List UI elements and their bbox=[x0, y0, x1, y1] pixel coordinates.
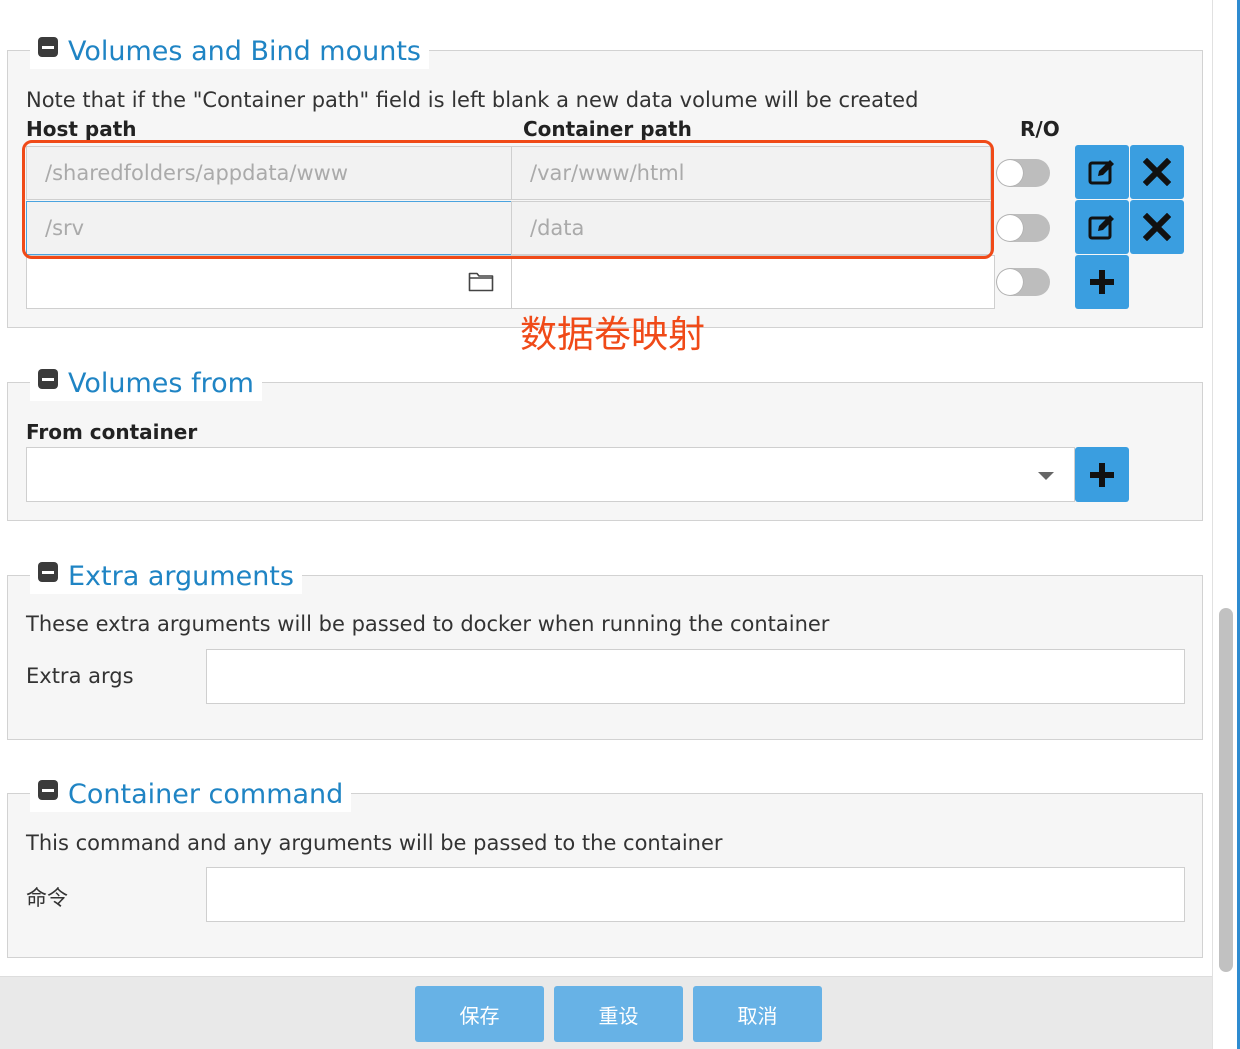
folder-icon[interactable] bbox=[468, 270, 494, 292]
close-icon bbox=[1143, 213, 1171, 241]
annotation-label: 数据卷映射 bbox=[520, 313, 705, 356]
add-volumes-from-button[interactable] bbox=[1075, 447, 1129, 502]
delete-button-1[interactable] bbox=[1130, 145, 1184, 199]
container-command-description: This command and any arguments will be p… bbox=[26, 831, 723, 855]
new-ro-toggle[interactable] bbox=[996, 268, 1050, 296]
command-input[interactable] bbox=[206, 867, 1185, 922]
volumes-from-title: Volumes from bbox=[68, 367, 254, 399]
command-label: 命令 bbox=[26, 886, 68, 910]
ro-toggle-2[interactable] bbox=[996, 214, 1050, 242]
container-path-header: Container path bbox=[523, 117, 692, 141]
container-command-title: Container command bbox=[68, 778, 344, 810]
cancel-button[interactable]: 取消 bbox=[693, 986, 822, 1042]
plus-icon bbox=[1090, 462, 1114, 487]
edit-button-2[interactable] bbox=[1075, 200, 1129, 254]
ro-toggle-1[interactable] bbox=[996, 159, 1050, 187]
volumes-from-legend[interactable]: Volumes from bbox=[8, 365, 272, 401]
add-volume-button[interactable] bbox=[1075, 255, 1129, 309]
footer-toolbar: 保存 重设 取消 bbox=[0, 976, 1212, 1049]
volumes-legend[interactable]: Volumes and Bind mounts bbox=[8, 33, 439, 69]
extra-args-label: Extra args bbox=[26, 664, 134, 688]
extra-arguments-legend[interactable]: Extra arguments bbox=[8, 558, 312, 594]
extra-arguments-description: These extra arguments will be passed to … bbox=[26, 612, 830, 636]
minus-square-icon[interactable] bbox=[38, 562, 58, 582]
minus-square-icon[interactable] bbox=[38, 780, 58, 800]
volumes-title: Volumes and Bind mounts bbox=[68, 35, 422, 67]
extra-args-input[interactable] bbox=[206, 649, 1185, 704]
extra-arguments-title: Extra arguments bbox=[68, 560, 294, 592]
container-command-legend[interactable]: Container command bbox=[8, 776, 361, 812]
new-host-path-input[interactable] bbox=[26, 255, 512, 309]
vertical-scrollbar-thumb[interactable] bbox=[1219, 608, 1233, 972]
delete-button-2[interactable] bbox=[1130, 200, 1184, 254]
plus-icon bbox=[1090, 270, 1114, 294]
form-scroll-area: Volumes and Bind mounts Note that if the… bbox=[0, 0, 1212, 976]
annotation-highlight-box bbox=[22, 140, 994, 259]
ro-header: R/O bbox=[1020, 117, 1060, 141]
edit-button-1[interactable] bbox=[1075, 145, 1129, 199]
minus-square-icon[interactable] bbox=[38, 37, 58, 57]
new-container-path-input[interactable] bbox=[511, 255, 995, 309]
from-container-label: From container bbox=[26, 420, 198, 444]
save-button[interactable]: 保存 bbox=[415, 986, 544, 1042]
minus-square-icon[interactable] bbox=[38, 369, 58, 389]
volumes-note: Note that if the "Container path" field … bbox=[26, 88, 919, 112]
host-path-header: Host path bbox=[26, 117, 137, 141]
edit-icon bbox=[1088, 160, 1114, 185]
edit-icon bbox=[1088, 215, 1114, 240]
close-icon bbox=[1143, 158, 1171, 186]
from-container-select[interactable] bbox=[26, 447, 1075, 502]
caret-down-icon[interactable] bbox=[1038, 472, 1054, 480]
reset-button[interactable]: 重设 bbox=[554, 986, 683, 1042]
